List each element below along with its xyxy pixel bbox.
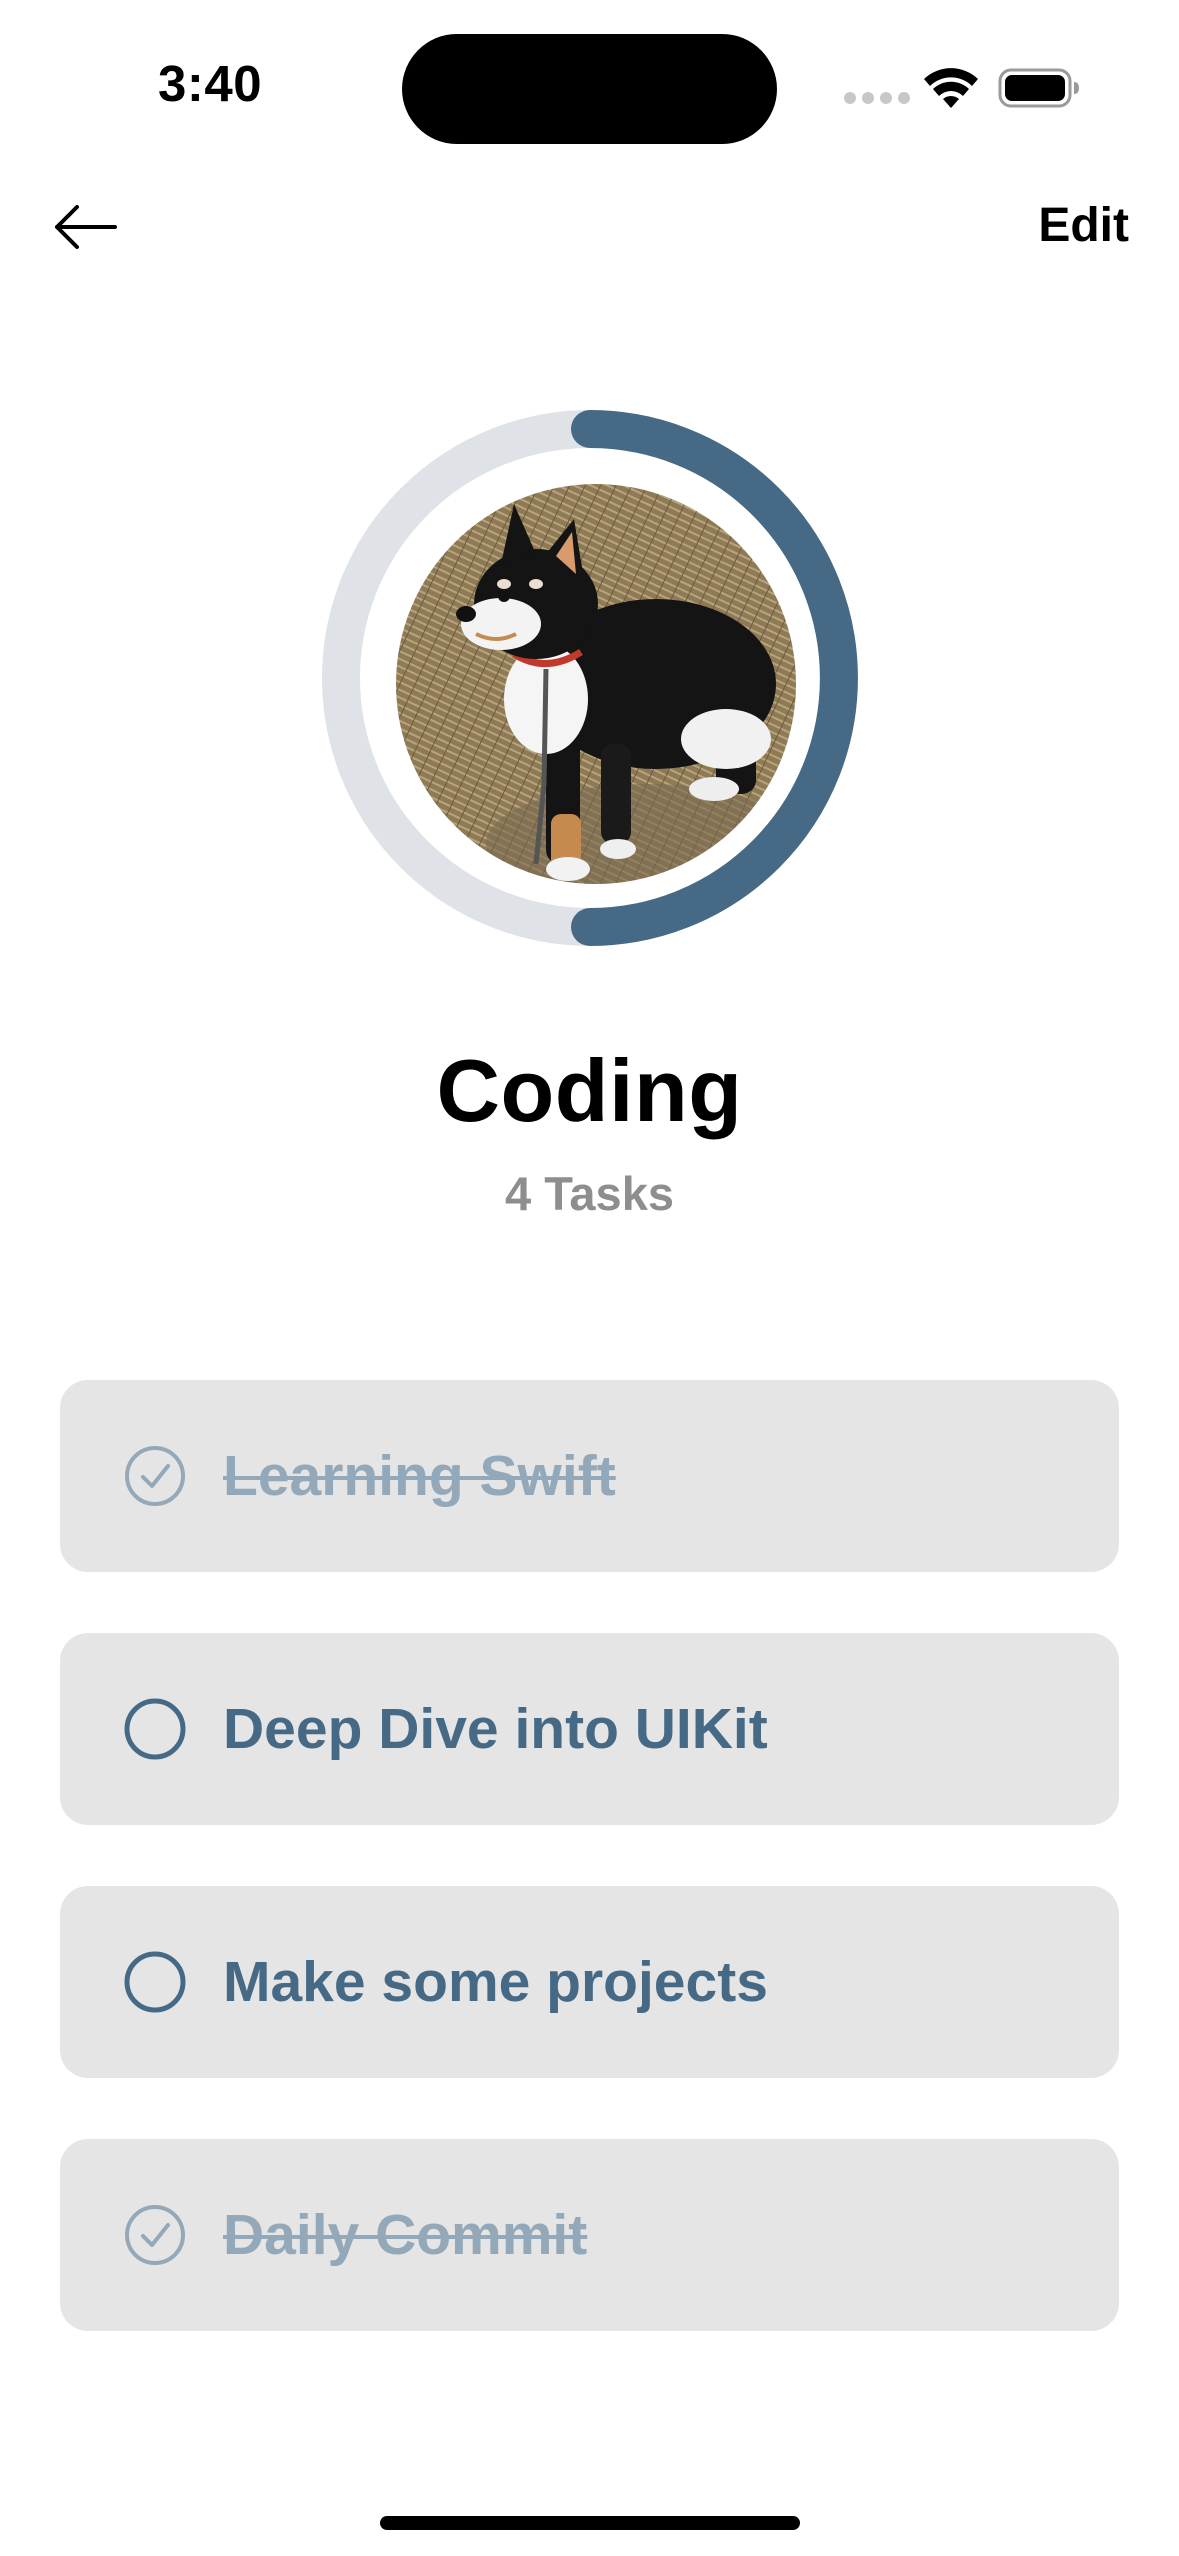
home-indicator [380, 2516, 800, 2530]
shiba-dog-photo [396, 484, 796, 884]
circle-icon[interactable] [123, 1697, 187, 1761]
task-count: 4 Tasks [505, 1167, 674, 1220]
status-time: 3:40 [158, 55, 263, 112]
task-item[interactable]: Make some projects [60, 1886, 1119, 2078]
checkmark-circle-icon[interactable] [123, 1444, 187, 1508]
arrow-left-icon [55, 205, 117, 249]
wifi-icon [924, 68, 978, 108]
cellular-signal-icon [844, 92, 910, 104]
task-item[interactable]: Deep Dive into UIKit [60, 1633, 1119, 1825]
category-photo [396, 484, 796, 884]
back-button[interactable] [50, 192, 120, 262]
task-item[interactable]: Learning Swift [60, 1380, 1119, 1572]
battery-icon [998, 68, 1079, 108]
task-label: Daily Commit [223, 2203, 588, 2267]
circle-icon[interactable] [123, 1950, 187, 2014]
edit-button[interactable]: Edit [1038, 198, 1129, 253]
task-label: Learning Swift [223, 1444, 616, 1508]
category-title: Coding [436, 1041, 743, 1140]
task-label: Deep Dive into UIKit [223, 1697, 768, 1761]
dynamic-island [402, 34, 777, 144]
task-label: Make some projects [223, 1950, 768, 2014]
checkmark-circle-icon[interactable] [123, 2203, 187, 2267]
task-item[interactable]: Daily Commit [60, 2139, 1119, 2331]
